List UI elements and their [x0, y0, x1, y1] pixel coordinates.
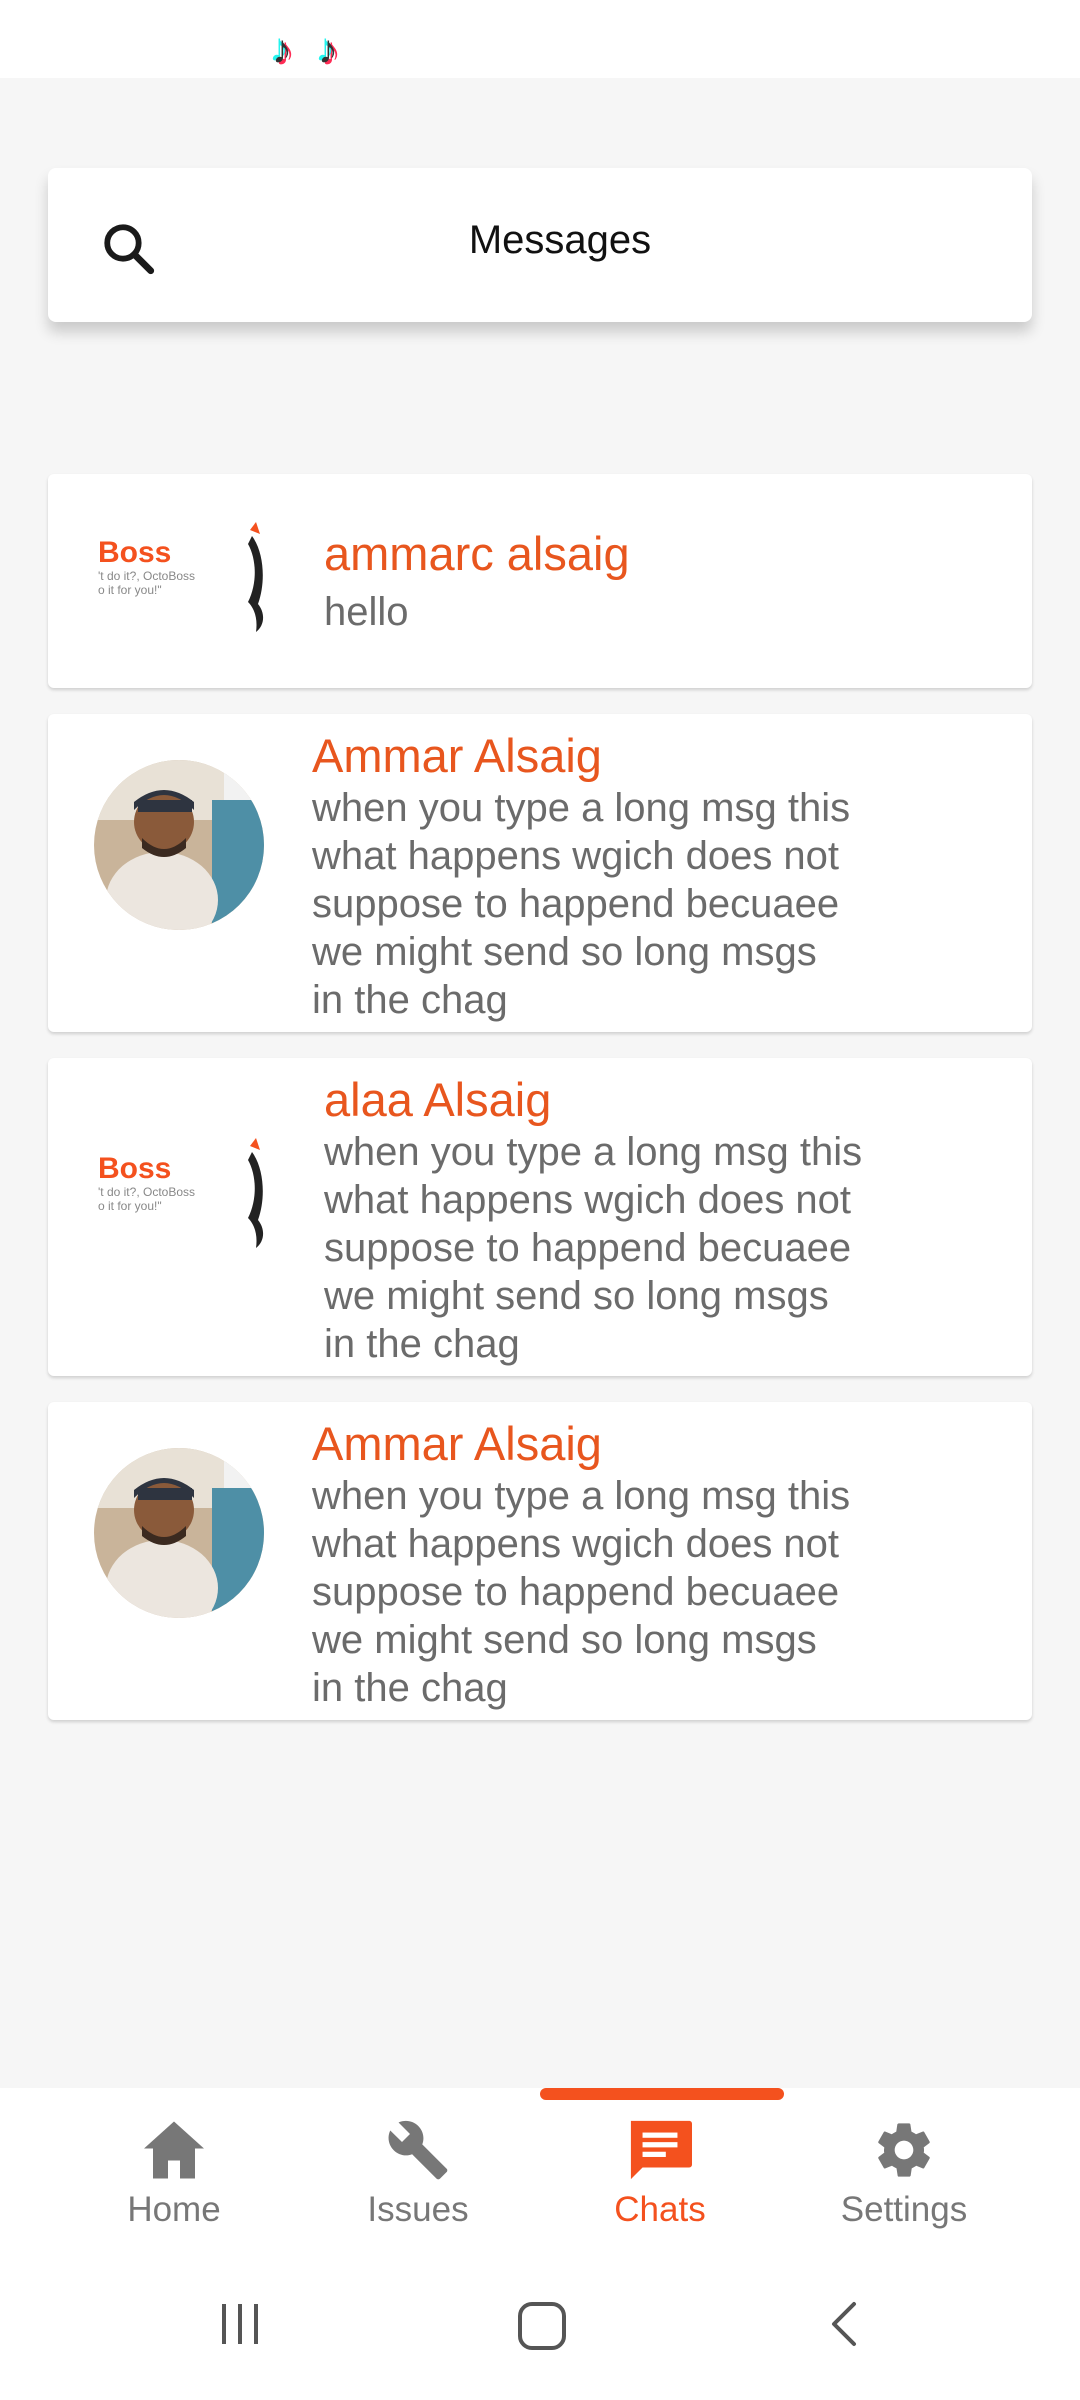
logo-brand-text: Boss	[98, 536, 171, 569]
gear-icon	[878, 2123, 930, 2177]
back-icon[interactable]	[820, 2298, 872, 2350]
conversation-message: hello	[324, 590, 409, 634]
nav-issues[interactable]: Issues	[318, 2118, 518, 2268]
home-button-icon[interactable]	[514, 2298, 570, 2354]
nav-label-home: Home	[127, 2190, 221, 2229]
search-bar[interactable]: Messages	[48, 168, 1032, 322]
logo-tagline: 't do it?, OctoBoss	[98, 569, 195, 583]
wrench-icon	[388, 2120, 448, 2180]
nav-label-settings: Settings	[840, 2190, 968, 2229]
conversation-message: when you type a long msg this what happe…	[312, 1474, 851, 1710]
octoboss-logo-avatar: Boss 't do it?, OctoBoss o it for you!"	[98, 1138, 268, 1258]
conversation-name: ammarc alsaig	[324, 527, 630, 580]
conversation-name: Ammar Alsaig	[312, 1417, 602, 1470]
conversation-item[interactable]: Boss 't do it?, OctoBoss o it for you!" …	[48, 1058, 1032, 1376]
logo-tagline: o it for you!"	[98, 583, 162, 597]
octoboss-logo-avatar: Boss 't do it?, OctoBoss o it for you!"	[98, 522, 268, 642]
user-photo-avatar	[94, 1448, 264, 1618]
status-bar: ♪ ♪	[0, 0, 1080, 78]
conversation-message: when you type a long msg this what happe…	[324, 1130, 863, 1366]
tiktok-notification-icon: ♪	[272, 28, 292, 72]
conversation-name: alaa Alsaig	[324, 1073, 552, 1126]
recent-apps-icon[interactable]	[214, 2298, 266, 2350]
nav-label-chats: Chats	[614, 2190, 706, 2229]
conversation-message: when you type a long msg this what happe…	[312, 786, 851, 1022]
conversation-item[interactable]: Ammar Alsaig when you type a long msg th…	[48, 1402, 1032, 1720]
page-title: Messages	[468, 218, 652, 262]
logo-tagline: 't do it?, OctoBoss	[98, 1185, 195, 1199]
conversation-name: Ammar Alsaig	[312, 729, 602, 782]
tiktok-notification-icon: ♪	[318, 28, 338, 72]
system-navigation-bar	[0, 2276, 1080, 2400]
conversation-item[interactable]: Ammar Alsaig when you type a long msg th…	[48, 714, 1032, 1032]
logo-tagline: o it for you!"	[98, 1199, 162, 1213]
logo-brand-text: Boss	[98, 1152, 171, 1185]
user-photo-avatar	[94, 760, 264, 930]
conversation-item[interactable]: Boss 't do it?, OctoBoss o it for you!" …	[48, 474, 1032, 688]
bottom-navigation: Home Issues Chats Settings	[0, 2088, 1080, 2276]
nav-label-issues: Issues	[367, 2190, 469, 2229]
nav-settings[interactable]: Settings	[804, 2118, 1004, 2268]
active-tab-indicator	[540, 2088, 784, 2100]
nav-home[interactable]: Home	[74, 2118, 274, 2268]
chat-icon	[630, 2120, 692, 2180]
home-icon	[144, 2121, 204, 2179]
nav-chats[interactable]: Chats	[560, 2118, 760, 2268]
